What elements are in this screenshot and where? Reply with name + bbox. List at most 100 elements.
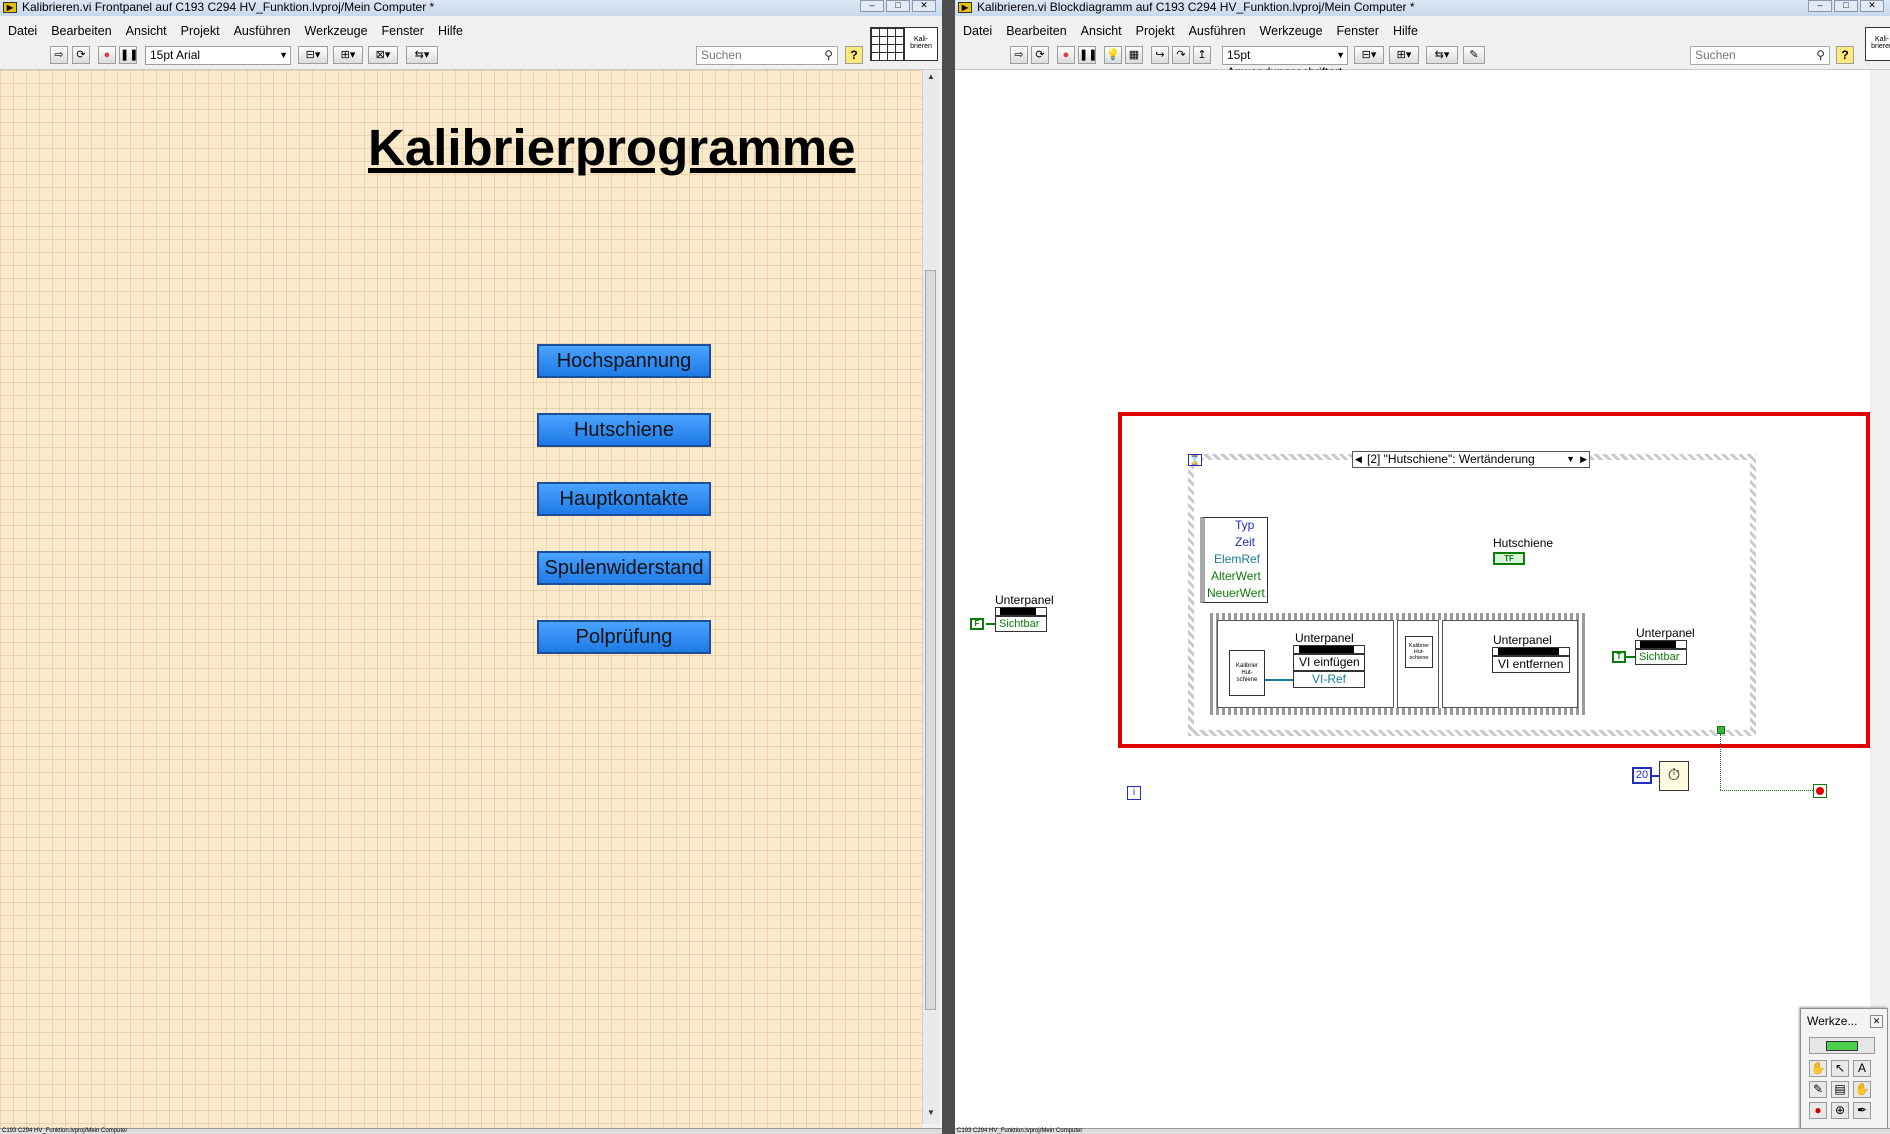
breakpoint-tool-icon[interactable]: ● xyxy=(1809,1102,1827,1119)
help-icon[interactable]: ? xyxy=(845,46,863,64)
property-sichtbar-2[interactable]: Sichtbar xyxy=(1635,649,1687,665)
clean-up-diagram-icon[interactable]: ✎ xyxy=(1463,46,1485,64)
method-vi-entfernen[interactable]: VI entfernen xyxy=(1492,656,1570,673)
menu-fenster[interactable]: Fenster xyxy=(1337,21,1379,41)
abort-icon[interactable]: ● xyxy=(98,46,116,64)
true-constant[interactable]: T xyxy=(1612,651,1626,663)
automatic-tool-selection[interactable] xyxy=(1809,1037,1875,1054)
hutschiene-terminal[interactable]: TF xyxy=(1493,552,1525,565)
menu-projekt[interactable]: Projekt xyxy=(181,21,220,41)
minimize-button[interactable]: – xyxy=(1808,0,1832,12)
reorder-icon[interactable]: ⇆▾ xyxy=(1426,46,1458,64)
run-arrow-icon[interactable]: ⇨ xyxy=(1010,46,1028,64)
help-icon[interactable]: ? xyxy=(1836,46,1854,64)
menu-bearbeiten[interactable]: Bearbeiten xyxy=(1006,21,1066,41)
vi-icon[interactable]: Kali- brieren xyxy=(1865,27,1890,61)
menu-projekt[interactable]: Projekt xyxy=(1136,21,1175,41)
distribute-objects-icon[interactable]: ⊞▾ xyxy=(1389,46,1419,64)
search-field[interactable]: Suchen ⚲ xyxy=(696,46,838,65)
menu-fenster[interactable]: Fenster xyxy=(382,21,424,41)
pause-icon[interactable]: ❚❚ xyxy=(1078,46,1097,64)
run-continuously-icon[interactable]: ⟳ xyxy=(1031,46,1049,64)
menu-ausfuehren[interactable]: Ausführen xyxy=(1189,21,1246,41)
chevron-down-icon[interactable]: ▼ xyxy=(1566,452,1575,467)
font-select[interactable]: 15pt Arial ▼ xyxy=(145,46,291,65)
reorder-icon[interactable]: ⇆▾ xyxy=(406,46,438,64)
resize-objects-icon[interactable]: ⊠▾ xyxy=(368,46,398,64)
minimize-button[interactable]: – xyxy=(860,0,884,12)
title-bar[interactable]: ▶ Kalibrieren.vi Frontpanel auf C193 C29… xyxy=(0,0,942,16)
abort-icon[interactable]: ● xyxy=(1057,46,1075,64)
button-hochspannung[interactable]: Hochspannung xyxy=(537,344,711,378)
run-continuously-icon[interactable]: ⟳ xyxy=(72,46,90,64)
step-over-icon[interactable]: ↷ xyxy=(1172,46,1190,64)
close-button[interactable]: ✕ xyxy=(912,0,936,12)
front-panel-canvas[interactable] xyxy=(0,70,922,1130)
shortcut-menu-tool-icon[interactable]: ▤ xyxy=(1831,1081,1849,1098)
scroll-up-icon[interactable]: ▲ xyxy=(923,70,939,84)
search-placeholder: Suchen xyxy=(1695,48,1736,62)
wiring-tool-icon[interactable]: ✎ xyxy=(1809,1081,1827,1098)
button-hauptkontakte[interactable]: Hauptkontakte xyxy=(537,482,711,516)
close-icon[interactable]: ✕ xyxy=(1870,1015,1883,1028)
title-bar[interactable]: ▶ Kalibrieren.vi Blockdiagramm auf C193 … xyxy=(955,0,1890,16)
connector-pane-icon[interactable] xyxy=(870,27,904,61)
distribute-objects-icon[interactable]: ⊞▾ xyxy=(333,46,363,64)
align-objects-icon[interactable]: ⊟▾ xyxy=(1354,46,1384,64)
button-spulenwiderstand[interactable]: Spulenwiderstand xyxy=(537,551,711,585)
menu-hilfe[interactable]: Hilfe xyxy=(1393,21,1418,41)
search-field[interactable]: Suchen ⚲ xyxy=(1690,46,1830,65)
color-copy-tool-icon[interactable]: ✒ xyxy=(1853,1102,1871,1119)
menu-werkzeuge[interactable]: Werkzeuge xyxy=(305,21,368,41)
tools-palette[interactable]: Werkze... ✕ ✋ ↖ A ✎ ▤ ✋ ● ⊕ ✒ xyxy=(1800,1008,1888,1134)
wait-constant[interactable]: 20 xyxy=(1632,767,1652,784)
run-arrow-icon[interactable]: ⇨ xyxy=(50,46,68,64)
operate-tool-icon[interactable]: ✋ xyxy=(1809,1060,1827,1077)
menu-bearbeiten[interactable]: Bearbeiten xyxy=(51,21,111,41)
scroll-down-icon[interactable]: ▼ xyxy=(923,1106,939,1120)
stop-terminal[interactable] xyxy=(1813,784,1827,798)
highlight-execution-icon[interactable]: 💡 xyxy=(1104,46,1122,64)
increment-arrow-icon[interactable]: ▶ xyxy=(1580,452,1587,467)
align-objects-icon[interactable]: ⊟▾ xyxy=(298,46,328,64)
front-panel-window: ▶ Kalibrieren.vi Frontpanel auf C193 C29… xyxy=(0,0,942,1134)
block-diagram-canvas[interactable]: Unterpanel Sichtbar F i ⌛ ◀ [2] "Hutschi… xyxy=(955,70,1870,1130)
pause-icon[interactable]: ❚❚ xyxy=(119,46,138,64)
close-button[interactable]: ✕ xyxy=(1860,0,1884,12)
menu-ausfuehren[interactable]: Ausführen xyxy=(234,21,291,41)
menu-ansicht[interactable]: Ansicht xyxy=(126,21,167,41)
static-vi-reference-icon[interactable]: Kalibrier Hut- schiene xyxy=(1229,650,1265,696)
maximize-button[interactable]: □ xyxy=(1834,0,1858,12)
method-vi-einfuegen[interactable]: VI einfügen xyxy=(1293,654,1365,671)
invoke-node-header-2 xyxy=(1492,647,1570,656)
timeout-terminal: ⌛ xyxy=(1188,454,1202,466)
maximize-button[interactable]: □ xyxy=(886,0,910,12)
param-vi-ref[interactable]: VI-Ref xyxy=(1293,671,1365,688)
menu-datei[interactable]: Datei xyxy=(8,21,37,41)
vertical-scrollbar[interactable]: ▲ ▼ xyxy=(922,70,939,1124)
property-sichtbar[interactable]: Sichtbar xyxy=(995,616,1047,632)
text-tool-icon[interactable]: A xyxy=(1853,1060,1871,1077)
menu-ansicht[interactable]: Ansicht xyxy=(1081,21,1122,41)
button-hutschiene[interactable]: Hutschiene xyxy=(537,413,711,447)
button-polpruefung[interactable]: Polprüfung xyxy=(537,620,711,654)
step-out-icon[interactable]: ↥ xyxy=(1193,46,1211,64)
decrement-arrow-icon[interactable]: ◀ xyxy=(1355,452,1362,467)
scroll-tool-icon[interactable]: ✋ xyxy=(1853,1081,1871,1098)
false-constant[interactable]: F xyxy=(970,618,984,630)
menu-datei[interactable]: Datei xyxy=(963,21,992,41)
subvi-icon[interactable]: Kalibrier Hut- schiene xyxy=(1405,636,1433,668)
step-into-icon[interactable]: ↪ xyxy=(1151,46,1169,64)
scroll-thumb[interactable] xyxy=(925,270,936,1010)
vi-icon[interactable]: Kali- brieren xyxy=(904,27,938,61)
menu-hilfe[interactable]: Hilfe xyxy=(438,21,463,41)
menu-werkzeuge[interactable]: Werkzeuge xyxy=(1260,21,1323,41)
event-data-elemref: ElemRef xyxy=(1214,552,1261,566)
search-icon: ⚲ xyxy=(1816,48,1825,62)
wait-ms-icon[interactable]: ⏱ xyxy=(1659,761,1689,791)
event-case-selector[interactable]: ◀ [2] "Hutschiene": Wertänderung ▼ ▶ xyxy=(1352,451,1590,468)
position-tool-icon[interactable]: ↖ xyxy=(1831,1060,1849,1077)
probe-tool-icon[interactable]: ⊕ xyxy=(1831,1102,1849,1119)
font-select[interactable]: 15pt Anwendungsschriftart ▼ xyxy=(1222,46,1348,79)
retain-wire-values-icon[interactable]: ▦ xyxy=(1125,46,1143,64)
